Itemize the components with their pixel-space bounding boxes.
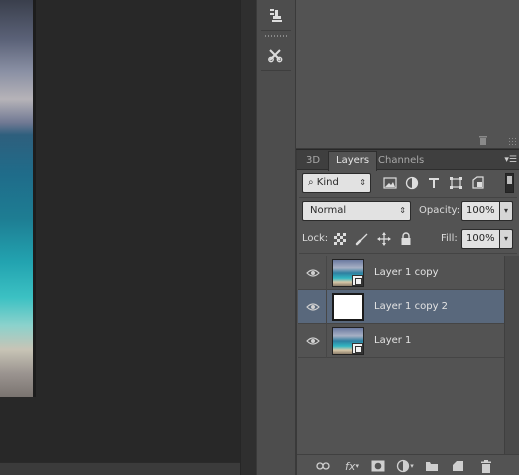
blend-mode-select[interactable]: Normal ⇕	[302, 201, 411, 221]
layers-footer: fx ▾ ▾	[297, 454, 519, 475]
dock-strip	[257, 0, 295, 475]
row-separator	[299, 197, 517, 198]
filter-row: ⌕ Kind ⇕	[302, 173, 515, 193]
row-divider	[326, 290, 327, 324]
opacity-value: 100%	[466, 205, 495, 216]
filter-kind-label: Kind	[316, 177, 339, 188]
row-separator	[299, 253, 517, 254]
fx-icon[interactable]: fx ▾	[343, 458, 361, 474]
fill-label: Fill:	[441, 233, 458, 244]
upper-panel	[296, 0, 519, 131]
layer-row[interactable]: Layer 1 copy	[298, 256, 504, 290]
dock-separator	[261, 30, 291, 31]
adjustment-filter-icon[interactable]	[404, 175, 420, 191]
tab-3d[interactable]: 3D	[299, 152, 327, 170]
layer-thumbnail[interactable]	[332, 259, 364, 287]
layer-name[interactable]: Layer 1 copy 2	[374, 290, 448, 324]
photoshop-workspace: 3D Layers Channels ▾☰ ⌕ Kind ⇕ Normal ⇕ …	[0, 0, 519, 475]
lock-pixels-icon[interactable]	[354, 231, 370, 247]
layer-thumbnail[interactable]	[332, 327, 364, 355]
lock-position-icon[interactable]	[376, 231, 392, 247]
opacity-dropdown-icon[interactable]: ▾	[499, 201, 513, 221]
resize-grip[interactable]	[508, 137, 516, 145]
delete-layer-icon[interactable]	[477, 458, 495, 474]
layer-row-selected[interactable]: Layer 1 copy 2	[298, 290, 504, 324]
visibility-eye-icon[interactable]	[306, 335, 320, 347]
horizontal-scrollbar[interactable]	[0, 462, 240, 475]
opacity-label: Opacity:	[419, 205, 461, 216]
panel-dock-column	[256, 0, 296, 475]
new-layer-icon[interactable]	[449, 458, 467, 474]
tab-layers[interactable]: Layers	[328, 151, 378, 171]
clone-source-icon[interactable]	[261, 2, 291, 28]
lock-row: Lock: Fill: 100% ▾	[302, 229, 515, 249]
search-icon: ⌕	[308, 177, 317, 188]
panel-menu-icon[interactable]: ▾☰	[504, 155, 517, 165]
select-arrows-icon: ⇕	[359, 178, 366, 187]
shape-filter-icon[interactable]	[448, 175, 464, 191]
blend-mode-value: Normal	[310, 205, 347, 216]
dock-grip[interactable]	[265, 35, 287, 37]
row-divider	[326, 256, 327, 290]
dock-separator	[261, 70, 291, 71]
select-arrows-icon: ⇕	[399, 206, 406, 215]
mask-icon[interactable]	[369, 458, 387, 474]
layer-name[interactable]: Layer 1 copy	[374, 256, 438, 290]
layer-row[interactable]: Layer 1	[298, 324, 504, 358]
folder-icon[interactable]	[423, 458, 441, 474]
filter-kind-select[interactable]: ⌕ Kind ⇕	[302, 173, 371, 193]
link-icon[interactable]	[314, 458, 332, 474]
smart-object-filter-icon[interactable]	[470, 175, 486, 191]
panel-gutter	[240, 0, 256, 475]
tab-channels[interactable]: Channels	[371, 152, 431, 170]
panel-tabs: 3D Layers Channels ▾☰	[297, 150, 519, 171]
opacity-field[interactable]: 100% ▾	[461, 201, 513, 221]
lock-transparency-icon[interactable]	[332, 231, 348, 247]
layer-thumbnail[interactable]	[332, 293, 364, 321]
visibility-eye-icon[interactable]	[306, 301, 320, 313]
upper-panel-footer	[296, 131, 519, 149]
canvas-shadow	[33, 0, 36, 397]
pixel-filter-icon[interactable]	[382, 175, 398, 191]
tool-presets-icon[interactable]	[261, 42, 291, 68]
fill-dropdown-icon[interactable]: ▾	[499, 229, 513, 249]
layers-scrollbar[interactable]	[504, 256, 519, 454]
fill-field[interactable]: 100% ▾	[461, 229, 513, 249]
smart-object-badge-icon	[352, 343, 363, 354]
adjustment-icon[interactable]: ▾	[396, 458, 414, 474]
visibility-eye-icon[interactable]	[306, 267, 320, 279]
filter-toggle-switch[interactable]	[505, 173, 514, 193]
layer-name[interactable]: Layer 1	[374, 324, 411, 358]
layers-panel: 3D Layers Channels ▾☰ ⌕ Kind ⇕ Normal ⇕ …	[296, 150, 519, 475]
lock-label: Lock:	[302, 233, 329, 244]
beach-photo	[0, 0, 33, 397]
blend-row: Normal ⇕ Opacity: 100% ▾	[302, 201, 515, 221]
layers-list: Layer 1 copy Layer 1 copy 2 Layer 1	[298, 256, 504, 454]
row-divider	[326, 324, 327, 358]
type-filter-icon[interactable]	[426, 175, 442, 191]
fill-value: 100%	[466, 233, 495, 244]
smart-object-badge-icon	[352, 275, 363, 286]
trash-icon[interactable]	[477, 134, 489, 149]
document-canvas[interactable]	[0, 0, 240, 462]
lock-all-icon[interactable]	[398, 231, 414, 247]
